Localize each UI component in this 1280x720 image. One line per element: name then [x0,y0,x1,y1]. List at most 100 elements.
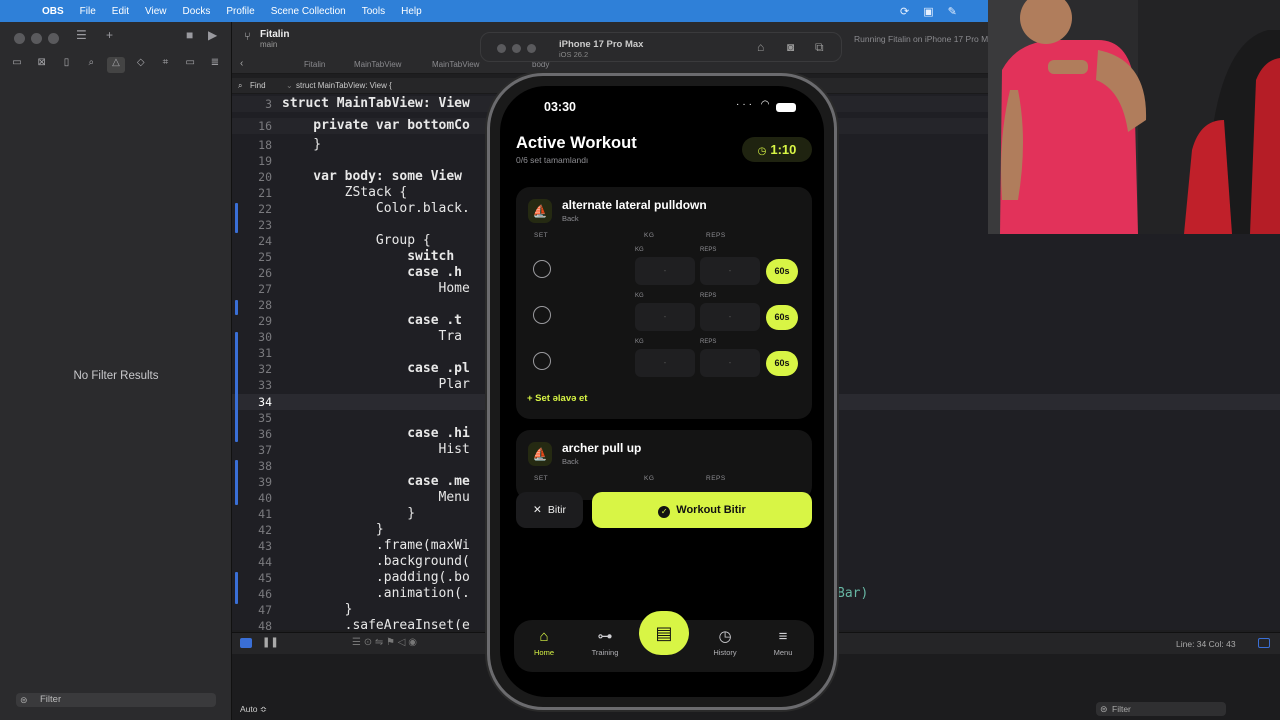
warning-icon[interactable]: △ [107,57,125,73]
timer-icon: ◷ [757,146,767,157]
rest-timer-button[interactable]: 60s [766,259,798,284]
tab-menu[interactable]: ≡ Menu [755,628,811,657]
menu-help[interactable]: Help [393,6,430,17]
tab-history[interactable]: ◷ History [697,628,753,657]
code-text: Home [282,281,470,296]
line-number: 21 [258,186,272,200]
line-number: 20 [258,170,272,184]
menu-app-obs[interactable]: OBS [34,6,72,17]
kg-input[interactable]: - [635,257,695,285]
code-text: case .t [282,313,463,328]
jump-bar-folder[interactable]: MainTabView [354,60,401,69]
line-number: 39 [258,475,272,489]
line-number: 27 [258,282,272,296]
set-complete-checkbox[interactable] [533,260,551,278]
add-icon[interactable]: + [106,28,113,42]
menu-file[interactable]: File [72,6,104,17]
console-filter-field[interactable]: ⊜ Filter [1096,702,1226,716]
console-mode-select[interactable]: Auto ≎ [240,704,267,715]
exercise-name[interactable]: alternate lateral pulldown [562,198,707,212]
tab-home[interactable]: ⌂ Home [516,628,572,657]
cancel-workout-button[interactable]: ✕ Bitir [516,492,583,528]
window-minimize-button[interactable] [31,33,42,44]
search-icon[interactable]: ⌕ [82,57,100,73]
set-complete-checkbox[interactable] [533,352,551,370]
status-pen-icon[interactable]: ✎ [948,5,957,18]
debug-icon[interactable]: ⌗ [157,57,175,73]
rotate-icon[interactable]: ⧉ [815,40,824,55]
stop-icon[interactable]: ■ [186,28,193,42]
status-screen-icon[interactable]: ▣ [923,5,933,18]
add-set-button[interactable]: + Set əlavə et [527,393,587,404]
source-control-icon[interactable]: ⊠ [33,57,51,73]
active-workout-fab[interactable]: ▤ [639,611,689,655]
status-sync-icon[interactable]: ⟳ [900,5,909,18]
finish-workout-label: Workout Bitir [676,504,746,516]
running-status: Running Fitalin on iPhone 17 Pro Max [854,34,998,44]
sim-zoom-button[interactable] [527,44,536,53]
input-label-reps: REPS [700,247,717,253]
reps-input[interactable]: - [700,349,760,377]
input-label-reps: REPS [700,339,717,345]
sidebar-filter-field[interactable]: ⊜ Filter [16,693,216,707]
rest-timer-button[interactable]: 60s [766,305,798,330]
back-icon[interactable]: ‹ [240,58,243,69]
code-text: var body: some View [282,169,463,184]
home-button-icon[interactable]: ⌂ [757,40,764,54]
bookmark-icon[interactable]: ▯ [58,57,76,73]
report-icon[interactable]: ≣ [206,57,224,73]
tab-label: Home [533,648,554,657]
code-text: .frame(maxWi [282,538,470,553]
finish-workout-button[interactable]: ✓ Workout Bitir [592,492,812,528]
sidebar-toggle-icon[interactable]: ☰ [76,28,87,42]
code-text: private var bottomCo [282,118,470,133]
column-header-reps: REPS [706,232,726,239]
sim-close-button[interactable] [497,44,506,53]
menu-scene-collection[interactable]: Scene Collection [263,6,354,17]
code-text: case .me [282,474,470,489]
jump-bar-struct[interactable]: MainTabView [432,60,479,69]
debug-controls-icon[interactable]: ☰ ⊙ ⇋ ⚑ ◁ ◉ [352,637,417,648]
line-number: 26 [258,266,272,280]
navigator-sidebar: ☰ + ■ ▶ ▭ ⊠ ▯ ⌕ △ ◇ ⌗ ▭ ≣ No Filter Resu… [0,22,232,720]
tab-training[interactable]: ⊶ Training [577,628,633,657]
input-label-kg: KG [635,339,644,345]
cursor-position: Line: 34 Col: 43 [1176,639,1236,649]
scheme-title[interactable]: Fitalin [260,29,289,40]
menu-profile[interactable]: Profile [218,6,262,17]
breakpoint-icon[interactable]: ▭ [181,57,199,73]
reps-input[interactable]: - [700,257,760,285]
window-zoom-button[interactable] [48,33,59,44]
close-icon: ✕ [533,504,542,516]
set-complete-checkbox[interactable] [533,306,551,324]
screenshot-icon[interactable]: ◙ [787,40,794,54]
menu-edit[interactable]: Edit [104,6,137,17]
kg-input[interactable]: - [635,349,695,377]
code-text: switch [282,249,455,264]
line-number: 38 [258,459,272,473]
tab-label: History [713,648,737,657]
exercise-name[interactable]: archer pull up [562,441,641,455]
rest-timer-button[interactable]: 60s [766,351,798,376]
line-number: 45 [258,571,272,585]
window-close-button[interactable] [14,33,25,44]
test-icon[interactable]: ◇ [132,57,150,73]
workout-timer[interactable]: ◷ 1:10 [742,137,812,162]
kg-input[interactable]: - [635,303,695,331]
reps-input[interactable]: - [700,303,760,331]
pause-icon[interactable]: ❚❚ [262,637,279,648]
set-row: KG REPS - - 60s [516,247,812,287]
layout-icon[interactable] [1258,638,1270,648]
console-toggle-icon[interactable] [240,638,252,648]
line-number: 36 [258,427,272,441]
input-label-kg: KG [635,247,644,253]
code-text: } [282,522,384,537]
find-label[interactable]: Find [250,81,266,90]
jump-bar-project[interactable]: Fitalin [304,60,325,69]
sim-minimize-button[interactable] [512,44,521,53]
folder-icon[interactable]: ▭ [8,57,26,73]
run-icon[interactable]: ▶ [208,28,217,42]
menu-view[interactable]: View [137,6,175,17]
menu-docks[interactable]: Docks [175,6,219,17]
menu-tools[interactable]: Tools [354,6,393,17]
